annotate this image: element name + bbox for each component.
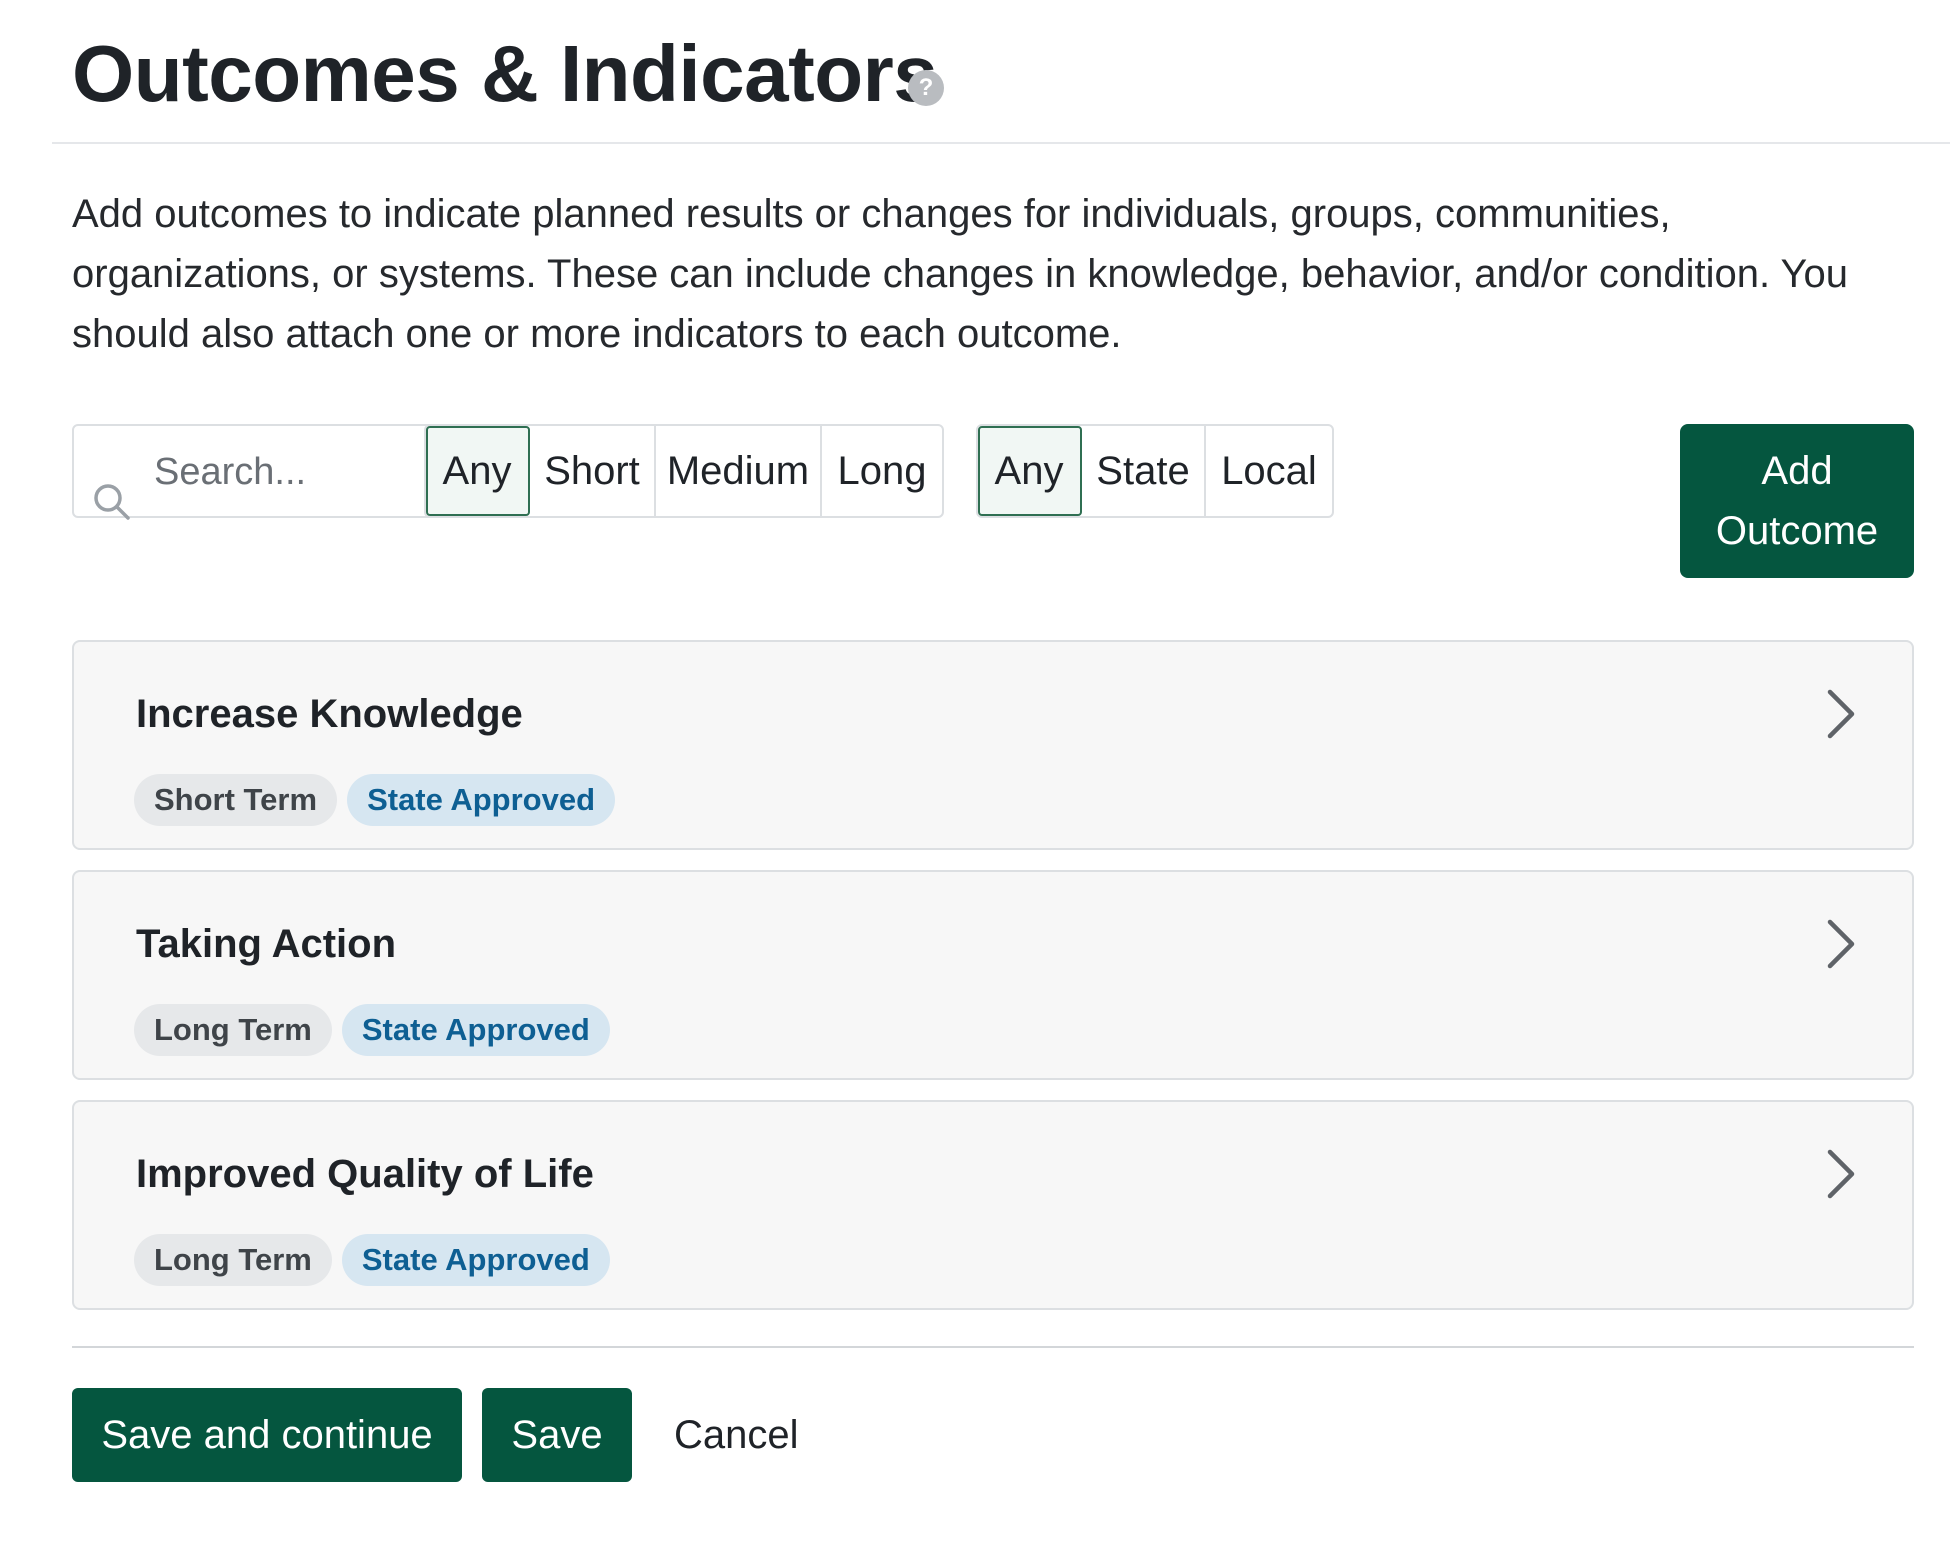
- term-filter-any[interactable]: Any: [426, 426, 530, 516]
- approval-filter-state[interactable]: State: [1082, 426, 1206, 516]
- chevron-right-icon: [1827, 1149, 1855, 1199]
- term-filter-short[interactable]: Short: [530, 426, 656, 516]
- term-filter-medium[interactable]: Medium: [656, 426, 822, 516]
- page-header: Outcomes & Indicators ?: [52, 0, 1950, 144]
- term-filter: Any Short Medium Long: [424, 424, 944, 518]
- term-filter-long[interactable]: Long: [822, 426, 942, 516]
- status-badge: State Approved: [341, 1004, 610, 1056]
- save-and-continue-button[interactable]: Save and continue: [72, 1388, 462, 1482]
- term-badge: Long Term: [134, 1004, 332, 1056]
- outcome-tags: Short Term State Approved: [134, 774, 616, 826]
- footer-divider: [72, 1346, 1914, 1348]
- search-icon: [94, 484, 130, 520]
- term-badge: Long Term: [134, 1234, 332, 1286]
- chevron-right-icon: [1827, 689, 1855, 739]
- status-badge: State Approved: [341, 1234, 610, 1286]
- outcome-tags: Long Term State Approved: [134, 1004, 610, 1056]
- outcome-tags: Long Term State Approved: [134, 1234, 610, 1286]
- approval-filter: Any State Local: [976, 424, 1334, 518]
- save-and-continue-label: Save and continue: [101, 1412, 433, 1457]
- save-label: Save: [511, 1412, 603, 1457]
- question-circle-icon[interactable]: ?: [908, 70, 944, 106]
- cancel-button[interactable]: Cancel: [674, 1388, 799, 1482]
- cancel-label: Cancel: [674, 1412, 799, 1457]
- term-badge: Short Term: [134, 774, 338, 826]
- add-outcome-label: Add Outcome: [1715, 449, 1879, 553]
- page-title: Outcomes & Indicators: [72, 29, 938, 118]
- outcome-card[interactable]: Increase Knowledge Short Term State Appr…: [72, 640, 1914, 850]
- intro-text: Add outcomes to indicate planned results…: [72, 192, 1848, 356]
- chevron-right-icon: [1827, 919, 1855, 969]
- status-badge: State Approved: [347, 774, 616, 826]
- outcomes-page: Outcomes & Indicators ? Add outcomes to …: [0, 0, 1950, 1542]
- outcome-title: Increase Knowledge: [136, 692, 523, 736]
- approval-filter-any[interactable]: Any: [978, 426, 1082, 516]
- add-outcome-button[interactable]: Add Outcome: [1680, 424, 1914, 578]
- outcome-title: Taking Action: [136, 922, 396, 966]
- save-button[interactable]: Save: [482, 1388, 632, 1482]
- outcome-title: Improved Quality of Life: [136, 1152, 594, 1196]
- outcome-card[interactable]: Taking Action Long Term State Approved: [72, 870, 1914, 1080]
- approval-filter-local[interactable]: Local: [1206, 426, 1332, 516]
- outcome-card[interactable]: Improved Quality of Life Long Term State…: [72, 1100, 1914, 1310]
